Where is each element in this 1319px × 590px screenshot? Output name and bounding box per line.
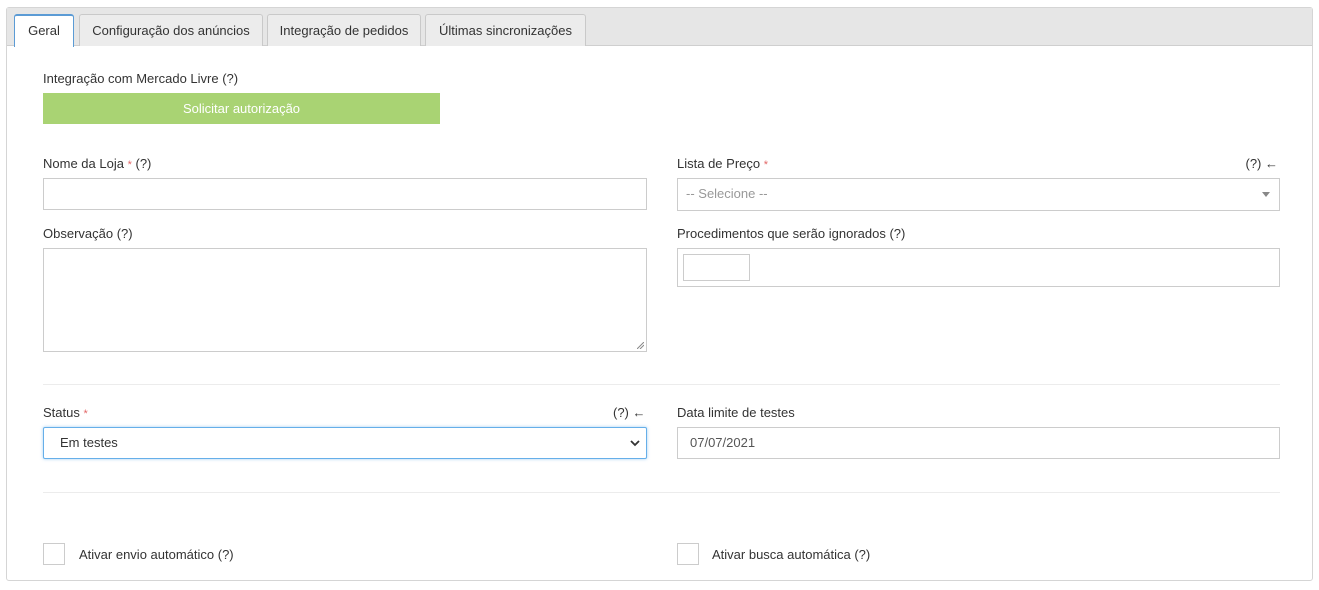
status-select[interactable]: Em testes (43, 427, 647, 459)
store-name-help[interactable]: (?) (135, 156, 151, 171)
auto-fetch-checkbox[interactable] (677, 543, 699, 565)
request-authorization-button[interactable]: Solicitar autorização (43, 93, 440, 124)
ignored-procedures-label: Procedimentos que serão ignorados (?) (677, 226, 906, 241)
ignored-procedures-tag-input[interactable] (683, 254, 750, 281)
chevron-down-icon (1262, 192, 1270, 197)
status-label-text: Status (43, 405, 80, 420)
tab-configuracao-anuncios[interactable]: Configuração dos anúncios (79, 14, 263, 46)
required-mark: * (83, 408, 88, 420)
observation-textarea[interactable] (43, 248, 647, 352)
ignored-procedures-input[interactable] (677, 248, 1280, 287)
price-list-help[interactable]: (?) ← (1246, 156, 1279, 171)
resize-handle-icon[interactable] (637, 342, 644, 349)
status-value: Em testes (60, 435, 118, 450)
price-list-label-text: Lista de Preço (677, 156, 761, 171)
auto-send-checkbox[interactable] (43, 543, 65, 565)
auto-fetch-label: Ativar busca automática (?) (712, 547, 871, 562)
settings-panel: Geral Configuração dos anúncios Integraç… (6, 7, 1313, 581)
required-mark: * (763, 159, 769, 171)
store-name-label: Nome da Loja * (?) (43, 156, 151, 171)
divider (43, 384, 1280, 385)
status-label: Status * (43, 405, 88, 420)
tab-bar: Geral Configuração dos anúncios Integraç… (7, 8, 1312, 47)
required-mark: * (127, 159, 132, 171)
store-name-label-text: Nome da Loja (43, 156, 124, 171)
tab-integracao-pedidos[interactable]: Integração de pedidos (267, 14, 421, 46)
store-name-input[interactable] (43, 178, 647, 210)
status-help[interactable]: (?) ← (613, 405, 646, 420)
price-list-placeholder: -- Selecione -- (686, 186, 768, 201)
price-list-select[interactable]: -- Selecione -- (677, 178, 1280, 211)
divider (43, 492, 1280, 493)
chevron-down-icon (630, 440, 640, 447)
test-deadline-label: Data limite de testes (677, 405, 795, 420)
auto-send-label: Ativar envio automático (?) (79, 547, 234, 562)
observation-label: Observação (?) (43, 226, 133, 241)
test-deadline-input[interactable]: 07/07/2021 (677, 427, 1280, 459)
price-list-label: Lista de Preço * (677, 156, 768, 171)
integration-label: Integração com Mercado Livre (?) (43, 71, 239, 86)
tab-ultimas-sincronizacoes[interactable]: Últimas sincronizações (425, 14, 586, 46)
tab-geral[interactable]: Geral (14, 14, 74, 47)
